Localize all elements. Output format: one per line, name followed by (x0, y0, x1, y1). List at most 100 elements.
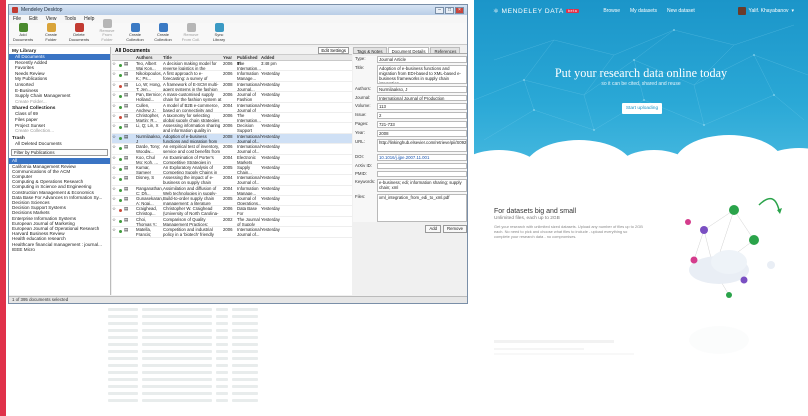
field-value[interactable]: Nurmilaakso, J (377, 86, 467, 93)
nav-link[interactable]: My datasets (630, 8, 657, 14)
year-cell: 2006 (223, 71, 233, 77)
field-value[interactable]: 10.1016/j.ijpe.2007.11.001 (377, 154, 467, 161)
publication-filter-item[interactable]: Healthcare financial management : journa… (9, 242, 110, 247)
toolbar-button[interactable]: Add Documents (12, 23, 34, 42)
field-value[interactable]: 721-733 (377, 121, 467, 128)
field-value[interactable]: xml_integration_from_edi_to_xml.pdf (377, 194, 467, 222)
webpage-reflection (474, 320, 808, 416)
close-button[interactable]: × (455, 6, 464, 14)
library-header: My Library (12, 49, 37, 54)
trash-header: Trash (12, 135, 25, 141)
added-cell: Yesterday (261, 144, 280, 150)
field-value[interactable]: Journal Article (377, 56, 467, 63)
field-value[interactable]: International Journal of Production Econ… (377, 95, 467, 101)
field-label: Authors: (355, 86, 372, 91)
field-value[interactable]: 2008 (377, 130, 467, 137)
table-row[interactable]: ☆▤Cullen, Andrew J.; Ta...A model of B2B… (112, 103, 352, 113)
authors-cell: Lo, W; Hong, T; Jen... (136, 81, 161, 92)
toolbar-button[interactable]: Create Collection (152, 23, 174, 42)
maximize-button[interactable]: □ (445, 6, 454, 14)
logo[interactable]: ⚛ MENDELEY DATA beta (493, 7, 580, 15)
table-row[interactable]: ☆ ▤ Koo, Chul Mo; Koh, ... An Examination o… (112, 155, 352, 165)
minimize-button[interactable]: – (435, 6, 444, 14)
field-label: Issue: (355, 112, 367, 117)
edit-settings-button[interactable]: Edit Settings (318, 47, 349, 54)
read-status-icon (119, 199, 122, 203)
table-row[interactable]: ☆▤Matella, Francis; Ma...Competition and… (112, 227, 352, 238)
added-cell: Yesterday (261, 102, 280, 108)
toolbar-button[interactable]: Remove From Coll. (180, 23, 202, 42)
field-value[interactable]: http://linkinghub.elsevier.com/retrieve/… (377, 139, 467, 152)
details-panel: Tags & Notes Document Details References T… (353, 47, 467, 295)
field-value[interactable] (377, 163, 467, 169)
menu-item[interactable]: Edit (29, 16, 38, 22)
table-row[interactable]: ☆ ▤ Kumar, Sameer An Exploratory Analysis o… (112, 164, 352, 176)
toolbar-button[interactable]: Remove From Folder (96, 18, 118, 43)
added-cell: Yesterday (261, 196, 280, 202)
field-value[interactable]: Adoption of e-business functions and mig… (377, 65, 467, 84)
user-menu[interactable]: Yalif. Khayabanov ▾ (737, 7, 794, 15)
menu-item[interactable]: Tools (64, 16, 76, 22)
field-value[interactable]: 2 (377, 112, 467, 119)
toolbar-button[interactable]: Delete Documents (68, 23, 90, 42)
filter-dropdown[interactable]: Filter by Publications (11, 149, 108, 157)
nav-link[interactable]: New dataset (667, 8, 695, 14)
publication-filter-item[interactable]: IEEE Micro (9, 247, 110, 252)
menu-item[interactable]: Help (84, 16, 94, 22)
toolbar-button[interactable]: Create Collection (124, 23, 146, 42)
hero-subtitle: so it can be cited, shared and reuse (601, 81, 681, 87)
table-row[interactable]: ☆ ▤ Darde, Tony; Woodw... An empirical test… (112, 144, 352, 155)
mendeley-data-webpage: ⚛ MENDELEY DATA beta Browse My datasets Ne… (474, 0, 808, 416)
tab-tags-notes[interactable]: Tags & Notes (353, 47, 387, 54)
table-row[interactable]: ☆ ▤ Li, Q; Lin, X Assessing information sha… (112, 123, 352, 134)
collection-icon (158, 23, 168, 32)
tab-document-details[interactable]: Document Details (387, 47, 430, 54)
window-reflection (8, 306, 468, 416)
trash-item[interactable]: All Deleted Documents (9, 141, 110, 147)
start-uploading-button[interactable]: Start uploading (622, 103, 662, 114)
table-row[interactable]: ☆ ▤ Lo, W; Hong, T; Jen... A framework of E… (112, 81, 352, 93)
added-cell: Yesterday (261, 92, 280, 98)
remove-file-button[interactable]: Remove (442, 225, 467, 233)
toolbar-button[interactable]: Sync Library (208, 23, 230, 42)
pub-cell: Journal of Operations... (237, 196, 261, 206)
authors-cell: Christopher, Martin; R... (136, 112, 160, 123)
add-file-button[interactable]: Add (425, 225, 441, 233)
table-row[interactable]: ☆▤Choi, Thomas Y.; Ro...Comparison of Qu… (112, 216, 352, 228)
year-cell: 2008 (223, 81, 233, 87)
table-row[interactable]: ☆ ▤ Nikolopoulos, K.; Ps... A first approac… (112, 71, 352, 82)
table-row[interactable]: ☆ ▤ Pan, Bernice; Holland... A mass-customi… (112, 92, 352, 103)
table-row[interactable]: ☆ ▤ Gunasekaran, A; Ngai... Build-to-order … (112, 196, 352, 207)
menu-item[interactable]: File (13, 16, 21, 22)
menu-item[interactable]: View (46, 16, 57, 22)
table-row[interactable]: ☆ ▤ Disney, S Assessing the impact of e-bus… (112, 175, 352, 186)
year-cell: 2004 (223, 102, 233, 108)
pub-cell: The Internation... (237, 61, 261, 71)
tab-references[interactable]: References (430, 47, 461, 54)
added-cell: Yesterday (261, 185, 280, 191)
field-value[interactable] (377, 171, 467, 177)
feature-body: Get your research with unlimited sized d… (494, 224, 643, 239)
read-status-icon (119, 178, 122, 182)
year-cell: 2006 (223, 92, 233, 98)
field-value[interactable]: 113 (377, 103, 467, 110)
toolbar-button-label: Delete Documents (68, 32, 90, 42)
pub-cell: Supply Chain... (237, 164, 252, 175)
table-row[interactable]: ☆ ▤ Nurmilaakso, J Adoption of e-business f… (112, 133, 352, 145)
added-cell: Yesterday (261, 133, 280, 139)
table-row[interactable]: ☆ ▤ Christopher, Martin; R... A taxonomy fo… (112, 112, 352, 124)
table-row[interactable]: ☆ ▤ Teo, Albert Wai Kon... A decision makin… (112, 61, 352, 72)
dataset-node-icon (700, 226, 708, 234)
title-cell: An Examination of Porter's Competitive S… (163, 154, 214, 164)
field-value[interactable]: e-business; edi; information sharing; su… (377, 179, 467, 192)
left-accent-bar (0, 0, 6, 416)
dataset-node-icon (685, 219, 691, 225)
toolbar-button[interactable]: Create Folder (40, 23, 62, 42)
authors-cell: Choi, Thomas Y.; Ro... (136, 216, 158, 227)
nav-link[interactable]: Browse (603, 8, 620, 14)
table-row[interactable]: ☆ ▤ Ranganathan, C; Dh... Assimilation and … (112, 185, 352, 197)
toolbar-button-label: Remove From Coll. (181, 32, 201, 42)
read-status-icon (119, 230, 122, 234)
table-row[interactable]: ☆ ▤ Craighead, Christop... Christopher W. C… (112, 206, 352, 217)
year-cell: 2006 (223, 206, 233, 212)
